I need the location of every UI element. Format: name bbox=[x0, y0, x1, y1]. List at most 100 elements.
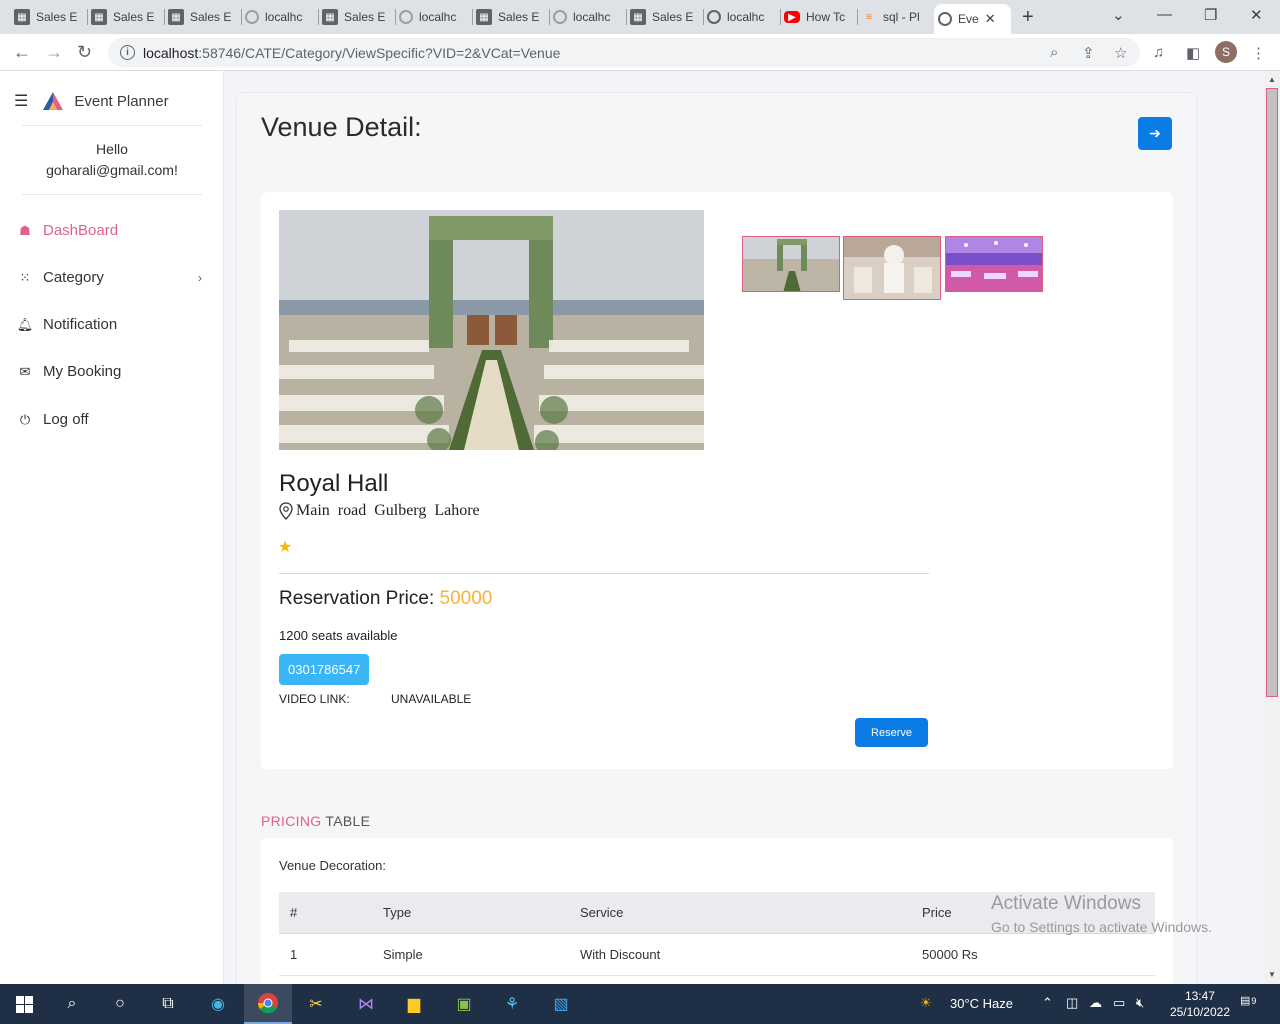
column-header: Service bbox=[580, 905, 624, 920]
search-icon[interactable]: ⌕ bbox=[48, 984, 96, 1024]
bookmark-star-icon[interactable]: ☆ bbox=[1114, 44, 1127, 62]
chrome-icon[interactable] bbox=[244, 984, 292, 1024]
venue-thumbnail[interactable] bbox=[843, 236, 941, 300]
restore-icon[interactable]: ❐ bbox=[1204, 6, 1217, 24]
sidebar: ☰ Event Planner Hello goharali@gmail.com… bbox=[0, 71, 224, 984]
menu-kebab-icon[interactable]: ⋮ bbox=[1251, 44, 1266, 62]
sidebar-item-category[interactable]: ⁙ Category › bbox=[18, 269, 208, 286]
browser-tab[interactable]: ≡ sql - Pl bbox=[857, 4, 935, 30]
weather-text[interactable]: 30°C Haze bbox=[950, 996, 1013, 1011]
arrow-right-icon: ➔ bbox=[1149, 125, 1161, 141]
browser-tab[interactable]: localhc bbox=[241, 4, 319, 30]
browser-tab[interactable]: ▦ Sales E bbox=[87, 4, 165, 30]
venue-address: Main road Gulberg Lahore bbox=[279, 502, 480, 520]
rating-star-icon: ★ bbox=[278, 539, 293, 556]
reload-icon[interactable]: ↻ bbox=[77, 42, 92, 63]
sales-favicon-icon: ▦ bbox=[168, 9, 184, 25]
browser-tab[interactable]: localhc bbox=[395, 4, 473, 30]
browser-tab[interactable]: ▦ Sales E bbox=[472, 4, 550, 30]
column-header: # bbox=[290, 905, 298, 920]
sidebar-item-notification[interactable]: 🔔︎ Notification bbox=[17, 316, 208, 333]
back-arrow-icon[interactable]: ← bbox=[13, 42, 31, 63]
media-app-icon[interactable]: ▣ bbox=[440, 984, 488, 1024]
sales-favicon-icon: ▦ bbox=[91, 9, 107, 25]
browser-toolbar: ← → ↻ i localhost:58746/CATE/Category/Vi… bbox=[0, 34, 1280, 71]
side-panel-icon[interactable]: ◧ bbox=[1186, 44, 1200, 62]
photos-app-icon[interactable]: ▧ bbox=[537, 984, 585, 1024]
system-clock[interactable]: 13:47 25/10/2022 bbox=[1170, 988, 1230, 1020]
venue-thumbnail[interactable] bbox=[945, 236, 1043, 292]
forward-arrow-icon[interactable]: → bbox=[45, 42, 63, 63]
globe-favicon-icon bbox=[938, 12, 952, 26]
browser-tab[interactable]: ▦ Sales E bbox=[626, 4, 704, 30]
browser-tab[interactable]: ▦ Sales E bbox=[318, 4, 396, 30]
edge-icon[interactable]: ◉ bbox=[194, 984, 242, 1024]
column-header: Price bbox=[922, 905, 952, 920]
minimize-icon[interactable]: — bbox=[1157, 6, 1172, 23]
table-cell: 1 bbox=[290, 947, 298, 962]
browser-tab[interactable]: localhc bbox=[703, 4, 781, 30]
sidebar-item-my-booking[interactable]: ✉ My Booking bbox=[18, 363, 208, 380]
table-cell: Simple bbox=[383, 947, 423, 962]
zoom-icon[interactable]: ⌕ bbox=[1050, 44, 1058, 61]
table-cell: With Discount bbox=[580, 947, 661, 962]
sidebar-item-log-off[interactable]: ⏻ Log off bbox=[18, 411, 208, 428]
close-tab-icon[interactable]: ✕ bbox=[985, 11, 996, 27]
tab-search-chevron-icon[interactable]: ⌄ bbox=[1112, 6, 1125, 24]
table-cell: 50000 Rs bbox=[922, 947, 978, 962]
taskbar: ⌕ ○ ⧉ ◉ ✂ ⋈ ▆ ▣ ⚘ ▧ ☀ 30°C Haze ⌃ ◫ ☁ ▭ … bbox=[0, 984, 1280, 1024]
venue-photo-illustration bbox=[279, 210, 704, 450]
browser-tab[interactable]: ▦ Sales E bbox=[10, 4, 88, 30]
media-control-icon[interactable]: ♫ bbox=[1153, 44, 1164, 61]
page-viewport: ☰ Event Planner Hello goharali@gmail.com… bbox=[0, 71, 1264, 984]
venue-thumbnail[interactable] bbox=[742, 236, 840, 292]
location-pin-icon bbox=[279, 502, 293, 520]
tools-app-icon[interactable]: ✂ bbox=[292, 984, 340, 1024]
youtube-favicon-icon: ▶ bbox=[784, 11, 800, 23]
browser-tab[interactable]: ▶ How Tc bbox=[780, 4, 858, 30]
video-link-label: VIDEO LINK: bbox=[279, 692, 350, 706]
tray-chevron-up-icon[interactable]: ⌃ bbox=[1042, 995, 1053, 1011]
task-view-icon[interactable]: ⧉ bbox=[144, 984, 192, 1024]
table-row: 1 Simple With Discount 50000 Rs bbox=[279, 934, 1155, 976]
scrollbar-thumb[interactable] bbox=[1266, 88, 1278, 697]
browser-tab[interactable]: localhc bbox=[549, 4, 627, 30]
sidebar-item-dashboard[interactable]: ☗ DashBoard bbox=[18, 222, 208, 239]
meet-now-icon[interactable]: ◫ bbox=[1066, 995, 1078, 1011]
divider bbox=[279, 573, 929, 574]
user-email: goharali@gmail.com! bbox=[46, 162, 178, 178]
file-explorer-icon[interactable]: ▆ bbox=[390, 984, 438, 1024]
notification-count: 9 bbox=[1251, 996, 1257, 1006]
section-label: Venue Decoration: bbox=[279, 858, 386, 873]
brand: ☰ Event Planner bbox=[14, 91, 169, 111]
browser-tab[interactable]: ▦ Sales E bbox=[164, 4, 242, 30]
network-app-icon[interactable]: ⚘ bbox=[488, 984, 536, 1024]
window-close-icon[interactable]: ✕ bbox=[1250, 6, 1263, 24]
scroll-up-icon[interactable]: ▲ bbox=[1268, 75, 1276, 84]
volume-muted-icon[interactable]: 🔇︎ bbox=[1136, 995, 1144, 1011]
page-title: Venue Detail: bbox=[261, 112, 422, 142]
back-button[interactable]: ➔ bbox=[1138, 117, 1172, 150]
site-info-icon[interactable]: i bbox=[120, 45, 135, 60]
hamburger-menu-icon[interactable]: ☰ bbox=[14, 91, 28, 111]
address-bar-input[interactable]: i localhost:58746/CATE/Category/ViewSpec… bbox=[108, 38, 1140, 67]
grid-icon: ⁙ bbox=[19, 269, 31, 285]
phone-button[interactable]: 0301786547 bbox=[279, 654, 370, 685]
divider bbox=[22, 194, 202, 195]
power-icon: ⏻ bbox=[19, 411, 31, 427]
onedrive-cloud-icon[interactable]: ☁ bbox=[1089, 995, 1102, 1011]
cortana-icon[interactable]: ○ bbox=[96, 984, 144, 1024]
network-icon[interactable]: ▭ bbox=[1113, 995, 1125, 1011]
browser-tab-active[interactable]: Eve ✕ bbox=[934, 4, 1011, 34]
profile-avatar[interactable]: S bbox=[1215, 41, 1237, 63]
scroll-down-icon[interactable]: ▼ bbox=[1268, 970, 1276, 979]
notification-center-icon[interactable]: ▤9 bbox=[1240, 994, 1260, 1014]
venue-name: Royal Hall bbox=[279, 470, 389, 497]
reserve-button[interactable]: Reserve bbox=[855, 718, 928, 747]
share-icon[interactable]: ⇪ bbox=[1082, 44, 1095, 62]
windows-start-icon[interactable] bbox=[0, 984, 48, 1024]
page-scrollbar[interactable]: ▲ ▼ bbox=[1264, 71, 1280, 984]
sales-favicon-icon: ▦ bbox=[476, 9, 492, 25]
new-tab-plus-icon[interactable]: + bbox=[1022, 6, 1034, 29]
visual-studio-icon[interactable]: ⋈ bbox=[342, 984, 390, 1024]
